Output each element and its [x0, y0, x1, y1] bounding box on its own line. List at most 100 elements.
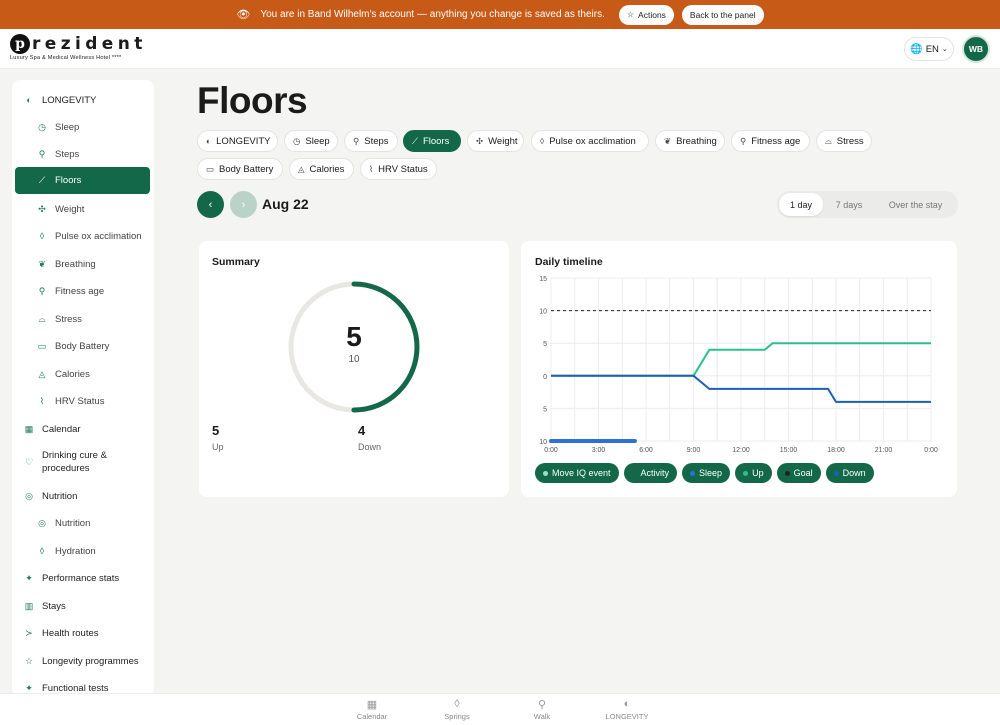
prev-day-button[interactable]: ‹	[197, 191, 224, 218]
back-to-panel-button[interactable]: Back to the panel	[681, 4, 764, 25]
sidebar-item-longevity-programmes[interactable]: ☆ Longevity programmes	[15, 650, 150, 672]
sidebar-item-label: Weight	[55, 203, 85, 215]
stairs-icon: ⟋	[38, 175, 46, 185]
range-7-days[interactable]: 7 days	[823, 193, 875, 216]
sidebar-item-label: Sleep	[55, 121, 80, 133]
sidebar-item-label: Performance stats	[42, 572, 120, 584]
language-selector[interactable]: 🌐 EN ⌄	[904, 37, 954, 61]
chip-body-battery[interactable]: ▭ Body Battery	[197, 158, 283, 180]
sidebar-item-stress[interactable]: ⌓ Stress	[15, 308, 150, 330]
building-icon: ▥	[24, 600, 34, 611]
sidebar-item-pulse-ox-acclimation[interactable]: ◊ Pulse ox acclimation	[15, 225, 150, 247]
sidebar-item-label: Functional tests	[42, 682, 109, 694]
chip-fitness-age[interactable]: ⚲ Fitness age	[731, 130, 810, 152]
bottom-nav-calendar[interactable]: ▦ Calendar	[342, 698, 402, 721]
sidebar-item-weight[interactable]: ✣ Weight	[15, 198, 150, 220]
chip-calories[interactable]: ◬ Calories	[289, 158, 354, 180]
legend-goal[interactable]: Goal	[776, 463, 821, 483]
page-title: Floors	[197, 80, 308, 121]
chip-label: Breathing	[676, 135, 717, 147]
sidebar-item-stays[interactable]: ▥ Stays	[15, 595, 150, 617]
legend-sleep[interactable]: Sleep	[682, 463, 731, 483]
sidebar-item-label: Pulse ox acclimation	[55, 230, 142, 242]
weight-icon: ✣	[476, 135, 484, 146]
sidebar-item-health-routes[interactable]: ≻ Health routes	[15, 622, 150, 644]
sidebar-item-longevity[interactable]: ◐ LONGEVITY	[15, 89, 150, 111]
y-tick-label: 10	[539, 309, 547, 316]
stress-icon: ⌓	[825, 135, 832, 146]
sidebar-item-performance-stats[interactable]: ✦ Performance stats	[15, 567, 150, 589]
sidebar-item-label: Calories	[55, 368, 90, 380]
longevity-icon: ◐	[26, 95, 32, 105]
chip-pulse-ox-acclimation[interactable]: ◊ Pulse ox acclimation	[531, 130, 649, 152]
bottom-nav-longevity[interactable]: ◐ LONGEVITY	[597, 698, 657, 721]
floors-value: 5	[346, 321, 362, 352]
sidebar-item-label: Breathing	[55, 258, 96, 270]
sidebar-item-sleep[interactable]: ◷ Sleep	[15, 116, 150, 138]
chip-sleep[interactable]: ◷ Sleep	[284, 130, 338, 152]
logo-word: rezident	[32, 34, 147, 54]
legend-dot	[690, 470, 696, 476]
actions-button[interactable]: ☆ Actions	[618, 4, 674, 25]
chip-hrv-status[interactable]: ⌇ HRV Status	[360, 158, 437, 180]
sidebar-item-calendar[interactable]: ▦ Calendar	[15, 418, 150, 440]
x-tick-label: 18:00	[827, 447, 845, 454]
range-selector: 1 day 7 days Over the stay	[777, 191, 958, 218]
sidebar-item-label: Drinking cure & procedures	[42, 450, 107, 474]
chip-steps[interactable]: ⚲ Steps	[344, 130, 398, 152]
sidebar-item-breathing[interactable]: ❦ Breathing	[15, 253, 150, 275]
up-value: 5	[212, 423, 220, 438]
down-label: Down	[358, 442, 382, 452]
chip-label: Calories	[309, 163, 345, 175]
sidebar-item-label: Steps	[55, 148, 80, 160]
sidebar-item-steps[interactable]: ⚲ Steps	[15, 143, 150, 165]
longevity-icon: ◐	[206, 136, 212, 146]
hotel-logo[interactable]: p rezident Luxury Spa & Medical Wellness…	[10, 34, 147, 61]
sidebar-item-hydration[interactable]: ◊ Hydration	[15, 540, 150, 562]
chip-stress[interactable]: ⌓ Stress	[816, 130, 872, 152]
bottom-nav-springs[interactable]: ◊ Springs	[427, 698, 487, 721]
range-1-day[interactable]: 1 day	[779, 193, 823, 216]
legend-move-iq-event[interactable]: Move IQ event	[535, 463, 619, 483]
x-tick-label: 12:00	[732, 447, 750, 454]
legend-label: Up	[752, 468, 764, 478]
sidebar-item-nutrition[interactable]: ◎ Nutrition	[15, 512, 150, 534]
sidebar-item-drinking-cure-procedures[interactable]: ♡ Drinking cure & procedures	[15, 447, 150, 477]
battery-icon: ▭	[37, 340, 47, 351]
next-day-button[interactable]: ›	[230, 191, 257, 218]
chip-weight[interactable]: ✣ Weight	[467, 130, 524, 152]
sparkle-icon: ✦	[25, 682, 33, 693]
chip-breathing[interactable]: ❦ Breathing	[655, 130, 725, 152]
sidebar-item-fitness-age[interactable]: ⚲ Fitness age	[15, 280, 150, 302]
sidebar-item-hrv-status[interactable]: ⌇ HRV Status	[15, 390, 150, 412]
sidebar-item-floors[interactable]: ⟋ Floors	[15, 167, 150, 194]
x-tick-label: 9:00	[687, 447, 701, 454]
sidebar-item-calories[interactable]: ◬ Calories	[15, 363, 150, 385]
sidebar-item-label: Longevity programmes	[42, 655, 139, 667]
legend-up[interactable]: Up	[735, 463, 772, 483]
sidebar-item-label: Health routes	[42, 627, 99, 639]
legend-down[interactable]: Down	[825, 463, 874, 483]
chip-floors[interactable]: ⟋ Floors	[403, 130, 461, 152]
lungs-icon: ❦	[38, 258, 46, 269]
sidebar-item-label: Floors	[55, 175, 82, 186]
sidebar-item-nutrition[interactable]: ◎ Nutrition	[15, 485, 150, 507]
bottom-nav-walk[interactable]: ⚲ Walk	[512, 698, 572, 721]
range-over-stay[interactable]: Over the stay	[875, 193, 956, 216]
banner-message: You are in Band Wilhelm's account — anyt…	[260, 9, 605, 20]
timeline-legend: Move IQ event Activity Sleep Up Goal Down	[535, 463, 874, 483]
sidebar-item-label: Fitness age	[55, 285, 105, 297]
legend-activity[interactable]: Activity	[623, 463, 678, 483]
target-icon: ◎	[38, 517, 46, 528]
x-tick-label: 21:00	[875, 447, 893, 454]
sidebar-item-label: Hydration	[55, 545, 96, 557]
chip-label: Pulse ox acclimation	[549, 135, 636, 147]
user-avatar[interactable]: WB	[962, 35, 990, 63]
sidebar-item-body-battery[interactable]: ▭ Body Battery	[15, 335, 150, 357]
floors-goal: 10	[348, 354, 360, 365]
chip-longevity[interactable]: ◐ LONGEVITY	[197, 130, 278, 152]
chip-label: Stress	[836, 135, 864, 147]
chip-label: Weight	[488, 135, 518, 147]
legend-dot	[833, 470, 839, 476]
legend-label: Sleep	[699, 468, 723, 478]
